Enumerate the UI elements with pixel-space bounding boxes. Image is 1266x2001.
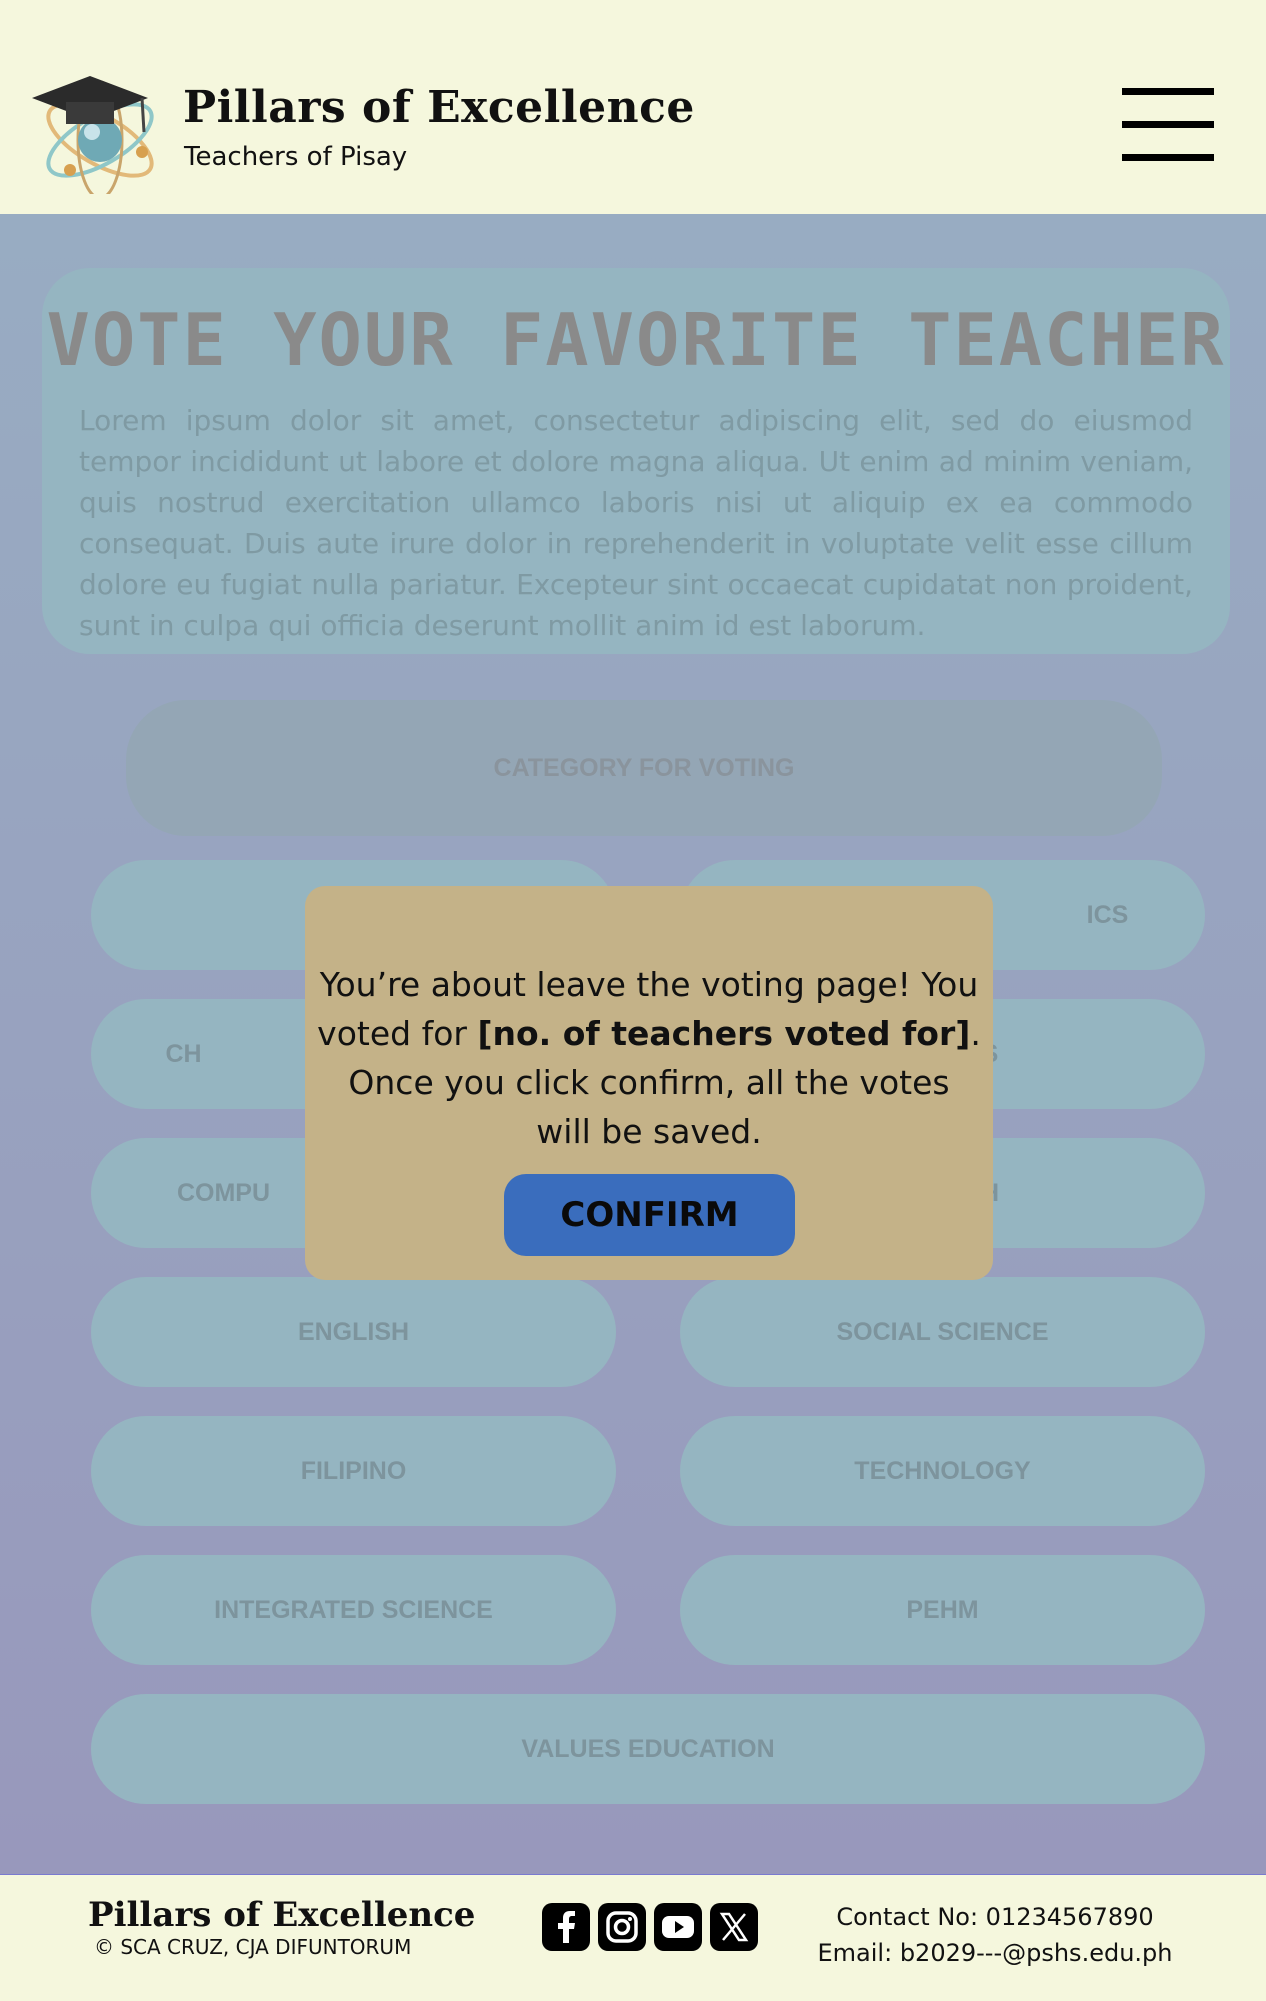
site-subtitle: Teachers of Pisay: [184, 142, 408, 172]
category-button-social-science[interactable]: SOCIAL SCIENCE: [680, 1277, 1205, 1387]
youtube-icon[interactable]: [654, 1903, 702, 1951]
category-header: CATEGORY FOR VOTING: [126, 700, 1162, 836]
hamburger-menu-icon[interactable]: [1122, 88, 1214, 162]
menu-line: [1122, 88, 1214, 95]
intro-card: VOTE YOUR FAVORITE TEACHER Lorem ipsum d…: [42, 268, 1230, 654]
contact-email[interactable]: Email: b2029---@pshs.edu.ph: [790, 1935, 1200, 1971]
dialog-vote-count: [no. of teachers voted for]: [477, 1014, 971, 1053]
facebook-icon[interactable]: [542, 1903, 590, 1951]
site-footer: Pillars of Excellence © SCA CRUZ, CJA DI…: [0, 1874, 1266, 2001]
menu-line: [1122, 121, 1214, 128]
category-button-values-education[interactable]: VALUES EDUCATION: [91, 1694, 1205, 1804]
category-label: COMPU: [176, 1178, 271, 1207]
category-button-integrated-science[interactable]: INTEGRATED SCIENCE: [91, 1555, 616, 1665]
category-button-english[interactable]: ENGLISH: [91, 1277, 616, 1387]
footer-copyright: © SCA CRUZ, CJA DIFUNTORUM: [94, 1935, 412, 1959]
confirm-button[interactable]: CONFIRM: [504, 1174, 795, 1256]
footer-contact: Contact No: 01234567890 Email: b2029---@…: [790, 1899, 1200, 1971]
contact-number: Contact No: 01234567890: [836, 1903, 1154, 1931]
logo-icon[interactable]: [30, 70, 162, 200]
category-button-filipino[interactable]: FILIPINO: [91, 1416, 616, 1526]
category-label: CH: [165, 1039, 202, 1068]
site-header: Pillars of Excellence Teachers of Pisay: [0, 0, 1266, 214]
site-title: Pillars of Excellence: [183, 82, 695, 133]
menu-line: [1122, 154, 1214, 161]
intro-paragraph: Lorem ipsum dolor sit amet, consectetur …: [79, 404, 1193, 642]
category-button-technology[interactable]: TECHNOLOGY: [680, 1416, 1205, 1526]
footer-title: Pillars of Excellence: [88, 1895, 476, 1935]
category-button-pehm[interactable]: PEHM: [680, 1555, 1205, 1665]
instagram-icon[interactable]: [598, 1903, 646, 1951]
category-label: ICS: [1086, 900, 1129, 929]
confirm-leave-dialog: You’re about leave the voting page! You …: [305, 886, 993, 1280]
page-title: VOTE YOUR FAVORITE TEACHER: [46, 298, 1226, 382]
x-icon[interactable]: [710, 1903, 758, 1951]
dialog-message: You’re about leave the voting page! You …: [317, 960, 981, 1156]
